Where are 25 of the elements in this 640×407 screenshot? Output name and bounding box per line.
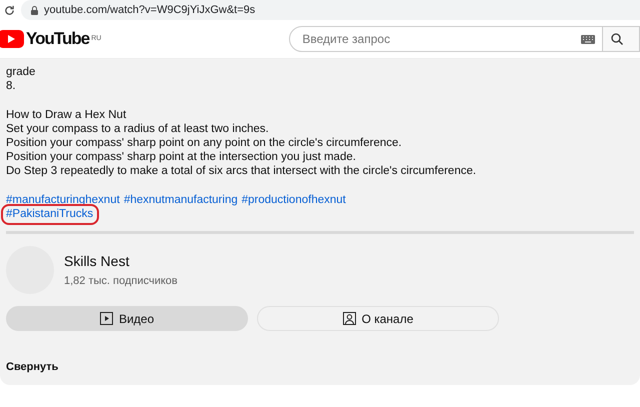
description-line: How to Draw a Hex Nut (6, 108, 128, 122)
logo-text[interactable]: YouTube (26, 29, 90, 49)
description-line: Set your compass to a radius of at least two inches. (6, 122, 270, 136)
hashtag-link[interactable]: #manufacturinghexnut (6, 192, 120, 207)
hashtag-link[interactable]: #hexnutmanufacturing (124, 192, 238, 207)
channel-name[interactable]: Skills Nest (64, 253, 178, 270)
play-logo-icon[interactable] (0, 30, 24, 48)
search-field[interactable]: Введите запрос (289, 26, 604, 52)
description-line: Position your compass' sharp point at the intersection you just made. (6, 150, 357, 164)
search-button[interactable] (603, 26, 640, 52)
search-icon (611, 33, 624, 45)
subscriber-count: 1,82 тыс. подписчиков (64, 275, 178, 288)
about-button[interactable]: О канале (257, 306, 499, 332)
reload-icon[interactable] (4, 4, 15, 16)
videos-button[interactable]: Видео (6, 306, 248, 332)
collapse-link[interactable]: Свернуть (6, 361, 634, 373)
description-line: Do Step 3 repeatedly to make a total of six arcs that intersect with the circle's circumference. (6, 164, 478, 179)
description-line: Position your compass' sharp point on any point on the circle's circumference. (6, 136, 403, 150)
hashtag-link[interactable]: #PakistaniTrucks (6, 206, 94, 222)
lock-icon[interactable] (31, 6, 38, 14)
description-line: 8. (6, 79, 17, 94)
hashtag-link[interactable]: #productionofhexnut (242, 192, 346, 207)
play-icon (100, 312, 113, 326)
person-icon (342, 312, 356, 326)
description-line: grade (6, 65, 36, 80)
